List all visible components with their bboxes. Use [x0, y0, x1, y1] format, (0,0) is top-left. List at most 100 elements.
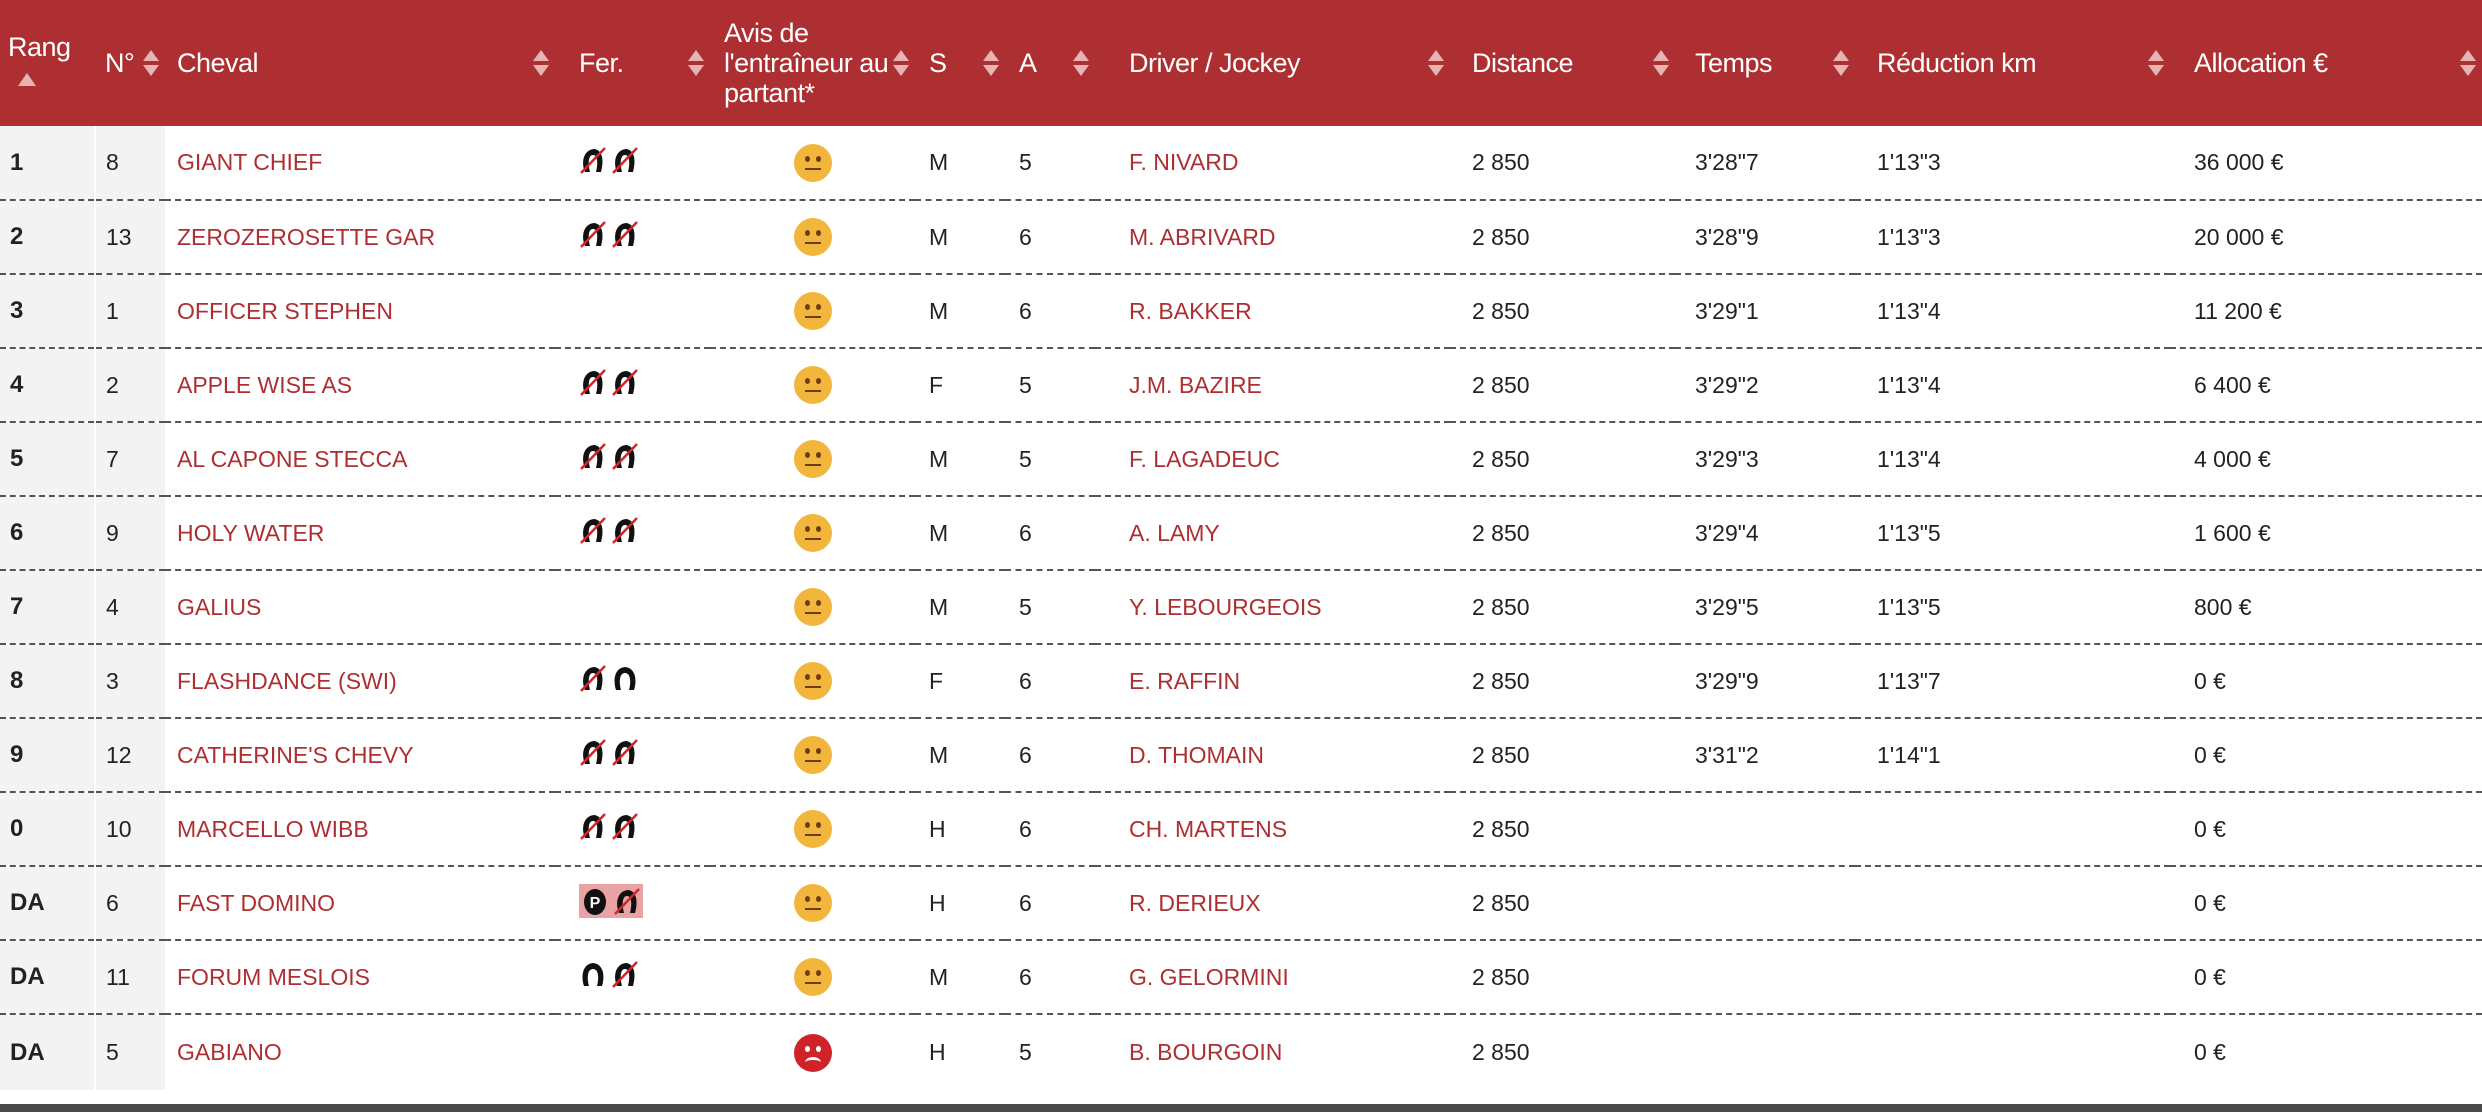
number-cell: 6	[94, 866, 165, 940]
table-row: 5 7 AL CAPONE STECCA M 5 F. LAGADEUC 2 850 3'29…	[0, 422, 2482, 496]
barefoot-crossed-shoe-icon	[580, 739, 606, 766]
table-row: 8 3 FLASHDANCE (SWI) F 6 E. RAFFIN 2 850 3'29"9…	[0, 644, 2482, 718]
horse-name-link[interactable]: CATHERINE'S CHEVY	[165, 718, 555, 792]
sort-icon	[143, 48, 159, 78]
trainer-opinion-cell	[710, 1014, 915, 1090]
distance-cell: 2 850	[1472, 371, 1530, 398]
horse-name-link[interactable]: ZEROZEROSETTE GAR	[165, 200, 555, 274]
col-header-avis[interactable]: Avis de l'entraîneur au partant*	[710, 0, 915, 126]
sex-cell: F	[929, 667, 944, 694]
horse-name-link[interactable]: OFFICER STEPHEN	[165, 274, 555, 348]
col-header-allocation[interactable]: Allocation €	[2170, 0, 2482, 126]
col-header-num[interactable]: N°	[95, 0, 165, 126]
col-header-temps[interactable]: Temps	[1675, 0, 1855, 126]
reduction-km-cell	[1855, 940, 2170, 1014]
time-cell: 3'29"3	[1695, 445, 1759, 472]
shoeing-cell	[555, 496, 710, 570]
barefoot-crossed-shoe-icon	[614, 888, 640, 915]
sex-cell: M	[929, 519, 949, 546]
col-header-distance[interactable]: Distance	[1450, 0, 1675, 126]
neutral-face-icon	[793, 292, 832, 330]
plate-shoe-icon: P	[584, 889, 606, 915]
sex-cell: M	[929, 593, 949, 620]
allocation-cell: 0 €	[2194, 963, 2226, 990]
distance-cell: 2 850	[1472, 963, 1530, 990]
rank-cell: 0	[0, 792, 95, 866]
barefoot-crossed-shoe-icon	[612, 369, 638, 396]
horse-name-link[interactable]: FLASHDANCE (SWI)	[165, 644, 555, 718]
age-cell: 6	[1019, 889, 1032, 916]
driver-link[interactable]: M. ABRIVARD	[1095, 200, 1450, 274]
barefoot-crossed-shoe-icon	[612, 813, 638, 840]
distance-cell: 2 850	[1472, 445, 1530, 472]
driver-link[interactable]: D. THOMAIN	[1095, 718, 1450, 792]
rank-cell: 7	[0, 570, 95, 644]
horse-name-link[interactable]: AL CAPONE STECCA	[165, 422, 555, 496]
col-header-cheval[interactable]: Cheval	[165, 0, 555, 126]
horse-name-link[interactable]: MARCELLO WIBB	[165, 792, 555, 866]
neutral-face-icon	[793, 736, 832, 774]
reduction-km-cell: 1'13"4	[1877, 371, 1941, 398]
time-cell: 3'29"4	[1695, 519, 1759, 546]
allocation-cell: 0 €	[2194, 667, 2226, 694]
driver-link[interactable]: Y. LEBOURGEOIS	[1095, 570, 1450, 644]
sort-icon	[2460, 48, 2476, 78]
col-header-driver[interactable]: Driver / Jockey	[1095, 0, 1450, 126]
driver-link[interactable]: J.M. BAZIRE	[1095, 348, 1450, 422]
age-cell: 5	[1019, 445, 1032, 472]
number-cell: 1	[94, 274, 165, 348]
trainer-opinion-cell	[710, 570, 915, 644]
horse-name-link[interactable]: HOLY WATER	[165, 496, 555, 570]
age-cell: 6	[1019, 297, 1032, 324]
horse-name-link[interactable]: GIANT CHIEF	[165, 126, 555, 200]
allocation-cell: 0 €	[2194, 815, 2226, 842]
col-header-fer[interactable]: Fer.	[555, 0, 710, 126]
col-header-reduction[interactable]: Réduction km	[1855, 0, 2170, 126]
shoeing-cell: P	[555, 866, 710, 940]
neutral-face-icon	[793, 218, 832, 256]
table-row: 1 8 GIANT CHIEF M 5 F. NIVARD 2 850 3'28"7 1'13"…	[0, 126, 2482, 200]
col-header-rang[interactable]: Rang	[0, 0, 95, 126]
number-cell: 9	[94, 496, 165, 570]
driver-link[interactable]: B. BOURGOIN	[1095, 1014, 1450, 1090]
trainer-opinion-cell	[710, 200, 915, 274]
driver-link[interactable]: R. DERIEUX	[1095, 866, 1450, 940]
driver-link[interactable]: F. LAGADEUC	[1095, 422, 1450, 496]
age-cell: 6	[1019, 519, 1032, 546]
rank-cell: 6	[0, 496, 95, 570]
driver-link[interactable]: F. NIVARD	[1095, 126, 1450, 200]
driver-link[interactable]: E. RAFFIN	[1095, 644, 1450, 718]
col-header-num-label: N°	[105, 47, 135, 78]
allocation-cell: 0 €	[2194, 741, 2226, 768]
horseshoe-icon	[582, 963, 604, 986]
driver-link[interactable]: A. LAMY	[1095, 496, 1450, 570]
horse-name-link[interactable]: FORUM MESLOIS	[165, 940, 555, 1014]
distance-cell: 2 850	[1472, 593, 1530, 620]
allocation-cell: 4 000 €	[2194, 445, 2271, 472]
results-table-body: 1 8 GIANT CHIEF M 5 F. NIVARD 2 850 3'28"7 1'13"…	[0, 126, 2482, 1090]
barefoot-crossed-shoe-icon	[580, 221, 606, 248]
allocation-cell: 36 000 €	[2194, 149, 2284, 175]
barefoot-crossed-shoe-icon	[580, 665, 606, 692]
driver-link[interactable]: R. BAKKER	[1095, 274, 1450, 348]
age-cell: 6	[1019, 223, 1032, 250]
table-row: 3 1 OFFICER STEPHEN M 6 R. BAKKER 2 850 3'29"1 1…	[0, 274, 2482, 348]
horse-name-link[interactable]: GABIANO	[165, 1014, 555, 1090]
sort-ascending-icon	[18, 73, 36, 87]
horse-name-link[interactable]: GALIUS	[165, 570, 555, 644]
horse-name-link[interactable]: APPLE WISE AS	[165, 348, 555, 422]
driver-link[interactable]: CH. MARTENS	[1095, 792, 1450, 866]
driver-link[interactable]: G. GELORMINI	[1095, 940, 1450, 1014]
time-cell	[1675, 866, 1855, 940]
horse-name-link[interactable]: FAST DOMINO	[165, 866, 555, 940]
shoeing-icons: P	[579, 884, 643, 918]
barefoot-crossed-shoe-icon	[612, 221, 638, 248]
col-header-s[interactable]: S	[915, 0, 1005, 126]
col-header-a[interactable]: A	[1005, 0, 1095, 126]
reduction-km-cell: 1'13"4	[1877, 297, 1941, 324]
number-cell: 7	[94, 422, 165, 496]
allocation-cell: 0 €	[2194, 889, 2226, 916]
table-row: 7 4 GALIUS M 5 Y. LEBOURGEOIS 2 850 3'29"5 1'13"…	[0, 570, 2482, 644]
shoeing-icons	[579, 145, 639, 175]
col-header-distance-label: Distance	[1472, 47, 1574, 78]
